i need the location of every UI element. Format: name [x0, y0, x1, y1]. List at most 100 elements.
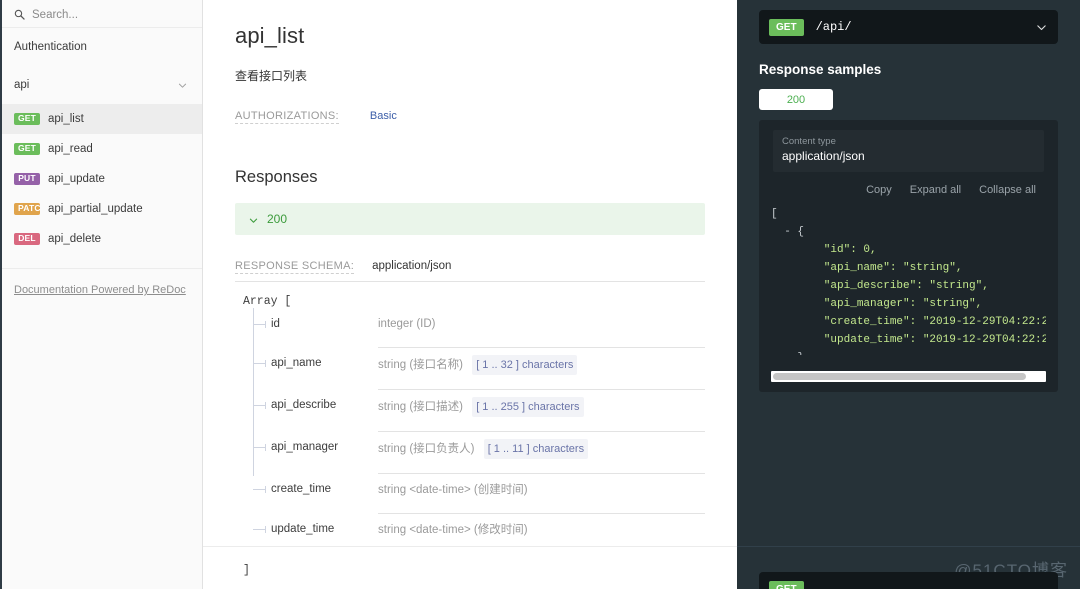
- section-divider: [203, 546, 737, 547]
- schema-property-row: create_time string <date-time> (创建时间): [253, 473, 705, 513]
- sidebar-item-label: api_partial_update: [48, 203, 143, 215]
- right-panel: GET /api/ Response samples 200 Content t…: [737, 0, 1080, 589]
- response-status-code: 200: [267, 212, 287, 226]
- chevron-down-icon: [177, 80, 188, 91]
- code-line: }: [771, 352, 804, 355]
- property-name: api_name: [271, 357, 322, 369]
- property-type: string (接口负责人): [378, 443, 474, 455]
- sidebar-left-edge: [0, 0, 2, 589]
- sidebar-item-label: api_list: [48, 113, 84, 125]
- response-sample-box: Content type application/json Copy Expan…: [759, 120, 1058, 392]
- scrollbar-thumb[interactable]: [773, 373, 1026, 380]
- collapse-all-button[interactable]: Collapse all: [979, 184, 1036, 196]
- next-endpoint-selector[interactable]: GET: [759, 572, 1058, 589]
- property-type-cell: string (接口负责人) [ 1 .. 11 ] characters: [378, 431, 705, 473]
- sidebar-item-api-delete[interactable]: DEL api_delete: [0, 224, 202, 254]
- tab-200[interactable]: 200: [759, 89, 833, 110]
- code-line: "api_manager": "string",: [771, 298, 982, 310]
- sidebar-group-api[interactable]: api: [0, 66, 202, 104]
- schema-property-row: id integer (ID): [253, 308, 705, 347]
- code-line: "api_describe": "string",: [771, 280, 989, 292]
- property-type-cell: string (接口描述) [ 1 .. 255 ] characters: [378, 389, 705, 431]
- schema-array-close: ]: [243, 564, 705, 577]
- property-type-cell: string (接口名称) [ 1 .. 32 ] characters: [378, 347, 705, 389]
- tree-branch-icon: [253, 324, 266, 325]
- content-type-select[interactable]: Content type application/json: [773, 130, 1044, 172]
- operation-description: 查看接口列表: [235, 68, 705, 85]
- authorizations-row: AUTHORIZATIONS: Basic: [235, 110, 705, 124]
- sidebar-item-api-update[interactable]: PUT api_update: [0, 164, 202, 194]
- property-name: api_manager: [271, 441, 338, 453]
- method-badge-get: GET: [769, 581, 804, 589]
- property-name: id: [271, 318, 280, 330]
- method-badge-get: GET: [769, 19, 804, 36]
- property-type: string (接口描述): [378, 401, 463, 413]
- redoc-powered-by-link[interactable]: Documentation Powered by ReDoc: [14, 284, 186, 296]
- property-type: integer (ID): [378, 318, 436, 330]
- search-icon: [14, 9, 25, 20]
- code-horizontal-scrollbar[interactable]: [771, 371, 1046, 382]
- chevron-down-icon: [248, 213, 259, 224]
- panel-section-divider: [737, 546, 1080, 547]
- response-schema-row: RESPONSE SCHEMA: application/json: [235, 260, 705, 282]
- property-name-cell: api_name: [253, 354, 378, 372]
- code-line: "update_time": "2019-12-29T04:22:23: [771, 334, 1046, 346]
- json-sample-code[interactable]: [ - { "id": 0, "api_name": "string", "ap…: [771, 205, 1046, 355]
- page-title: api_list: [235, 23, 705, 49]
- endpoint-path: /api/: [816, 20, 1035, 34]
- property-name: api_describe: [271, 399, 336, 411]
- schema-property-row: api_manager string (接口负责人) [ 1 .. 11 ] c…: [253, 431, 705, 473]
- endpoint-selector[interactable]: GET /api/: [759, 10, 1058, 44]
- schema-array-open: Array [: [243, 295, 705, 308]
- tree-branch-icon: [253, 405, 266, 406]
- schema-property-row: api_describe string (接口描述) [ 1 .. 255 ] …: [253, 389, 705, 431]
- tree-branch-icon: [253, 529, 266, 530]
- property-name: update_time: [271, 523, 334, 535]
- tree-branch-icon: [253, 363, 266, 364]
- sidebar: Authentication api GET api_list GET api_…: [0, 0, 203, 589]
- method-badge-put: PUT: [14, 173, 40, 185]
- property-type: string <date-time> (修改时间): [378, 524, 528, 536]
- tree-branch-icon: [253, 489, 266, 490]
- chevron-down-icon: [1035, 21, 1048, 34]
- sidebar-item-label: Authentication: [14, 41, 87, 53]
- sidebar-item-authentication[interactable]: Authentication: [0, 28, 202, 66]
- property-name-cell: api_manager: [253, 438, 378, 456]
- sidebar-item-api-list[interactable]: GET api_list: [0, 104, 202, 134]
- property-name: create_time: [271, 483, 331, 495]
- sidebar-group-label: api: [14, 79, 29, 91]
- authorizations-value[interactable]: Basic: [370, 110, 397, 122]
- code-line: "create_time": "2019-12-29T04:22:23: [771, 316, 1046, 328]
- search-input[interactable]: [32, 9, 172, 21]
- search-box[interactable]: [0, 2, 202, 28]
- property-type-cell: string <date-time> (创建时间): [378, 473, 705, 513]
- property-name-cell: create_time: [253, 480, 378, 498]
- copy-button[interactable]: Copy: [866, 184, 892, 196]
- main-content: api_list 查看接口列表 AUTHORIZATIONS: Basic Re…: [203, 0, 737, 589]
- code-line: "id": 0,: [771, 244, 877, 256]
- method-badge-get: GET: [14, 143, 40, 155]
- response-sample-tabs: 200: [759, 89, 1058, 110]
- method-badge-patch: PATCH: [14, 203, 40, 215]
- sidebar-item-api-partial-update[interactable]: PATCH api_partial_update: [0, 194, 202, 224]
- response-200-toggle[interactable]: 200: [235, 203, 705, 235]
- method-badge-delete: DEL: [14, 233, 40, 245]
- tree-branch-icon: [253, 447, 266, 448]
- property-type: string <date-time> (创建时间): [378, 484, 528, 496]
- sidebar-item-api-read[interactable]: GET api_read: [0, 134, 202, 164]
- response-schema-value: application/json: [372, 260, 451, 272]
- expand-all-button[interactable]: Expand all: [910, 184, 961, 196]
- sidebar-item-label: api_read: [48, 143, 93, 155]
- property-name-cell: update_time: [253, 520, 378, 538]
- property-constraint: [ 1 .. 11 ] characters: [484, 439, 588, 459]
- sidebar-footer: Documentation Powered by ReDoc: [0, 268, 202, 298]
- response-samples-title: Response samples: [759, 62, 1058, 77]
- sidebar-item-label: api_update: [48, 173, 105, 185]
- schema-properties: id integer (ID) api_name string (接口名称) […: [253, 308, 705, 553]
- content-type-value: application/json: [782, 148, 1035, 165]
- schema-property-row: api_name string (接口名称) [ 1 .. 32 ] chara…: [253, 347, 705, 389]
- property-type: string (接口名称): [378, 359, 463, 371]
- code-line: [: [771, 208, 778, 220]
- responses-heading: Responses: [235, 168, 705, 187]
- method-badge-get: GET: [14, 113, 40, 125]
